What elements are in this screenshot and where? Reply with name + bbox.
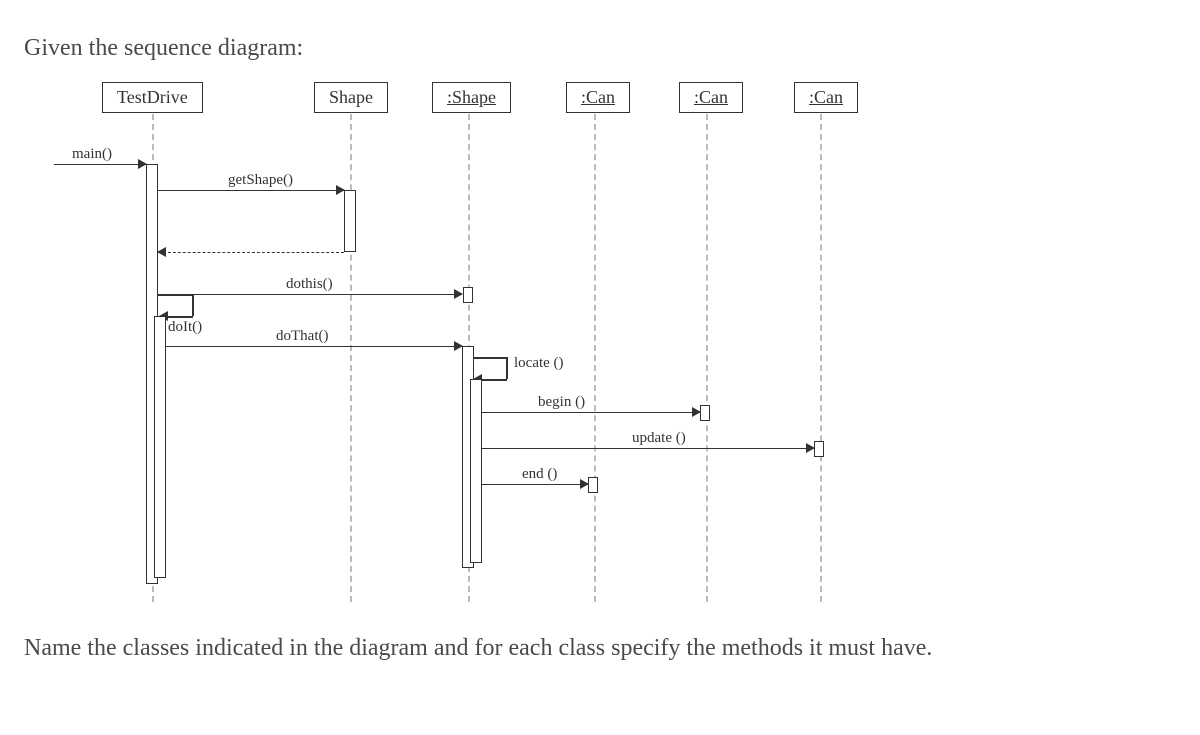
participant-can-1: :Can (566, 82, 630, 113)
lifeline-can-3 (820, 114, 822, 602)
activation-shape-locate (470, 379, 482, 563)
message-dothat: doThat() (166, 332, 462, 350)
intro-text: Given the sequence diagram: (24, 32, 1176, 64)
activation-testdrive-doit (154, 316, 166, 578)
activation-update (814, 441, 824, 457)
message-dothis: dothis() (166, 280, 462, 298)
message-end: end () (482, 470, 588, 488)
participant-shape-instance: :Shape (432, 82, 511, 113)
participant-testdrive: TestDrive (102, 82, 203, 113)
lifeline-shape-class (350, 114, 352, 602)
sequence-diagram: TestDrive Shape :Shape :Can :Can :Can ma… (54, 82, 924, 602)
message-getshape: getShape() (158, 176, 344, 194)
activation-begin (700, 405, 710, 421)
participant-can-3: :Can (794, 82, 858, 113)
lifeline-can-1 (594, 114, 596, 602)
return-getshape (158, 238, 344, 256)
message-begin: begin () (482, 398, 700, 416)
message-main: main() (54, 150, 146, 168)
activation-end (588, 477, 598, 493)
activation-shape-class (344, 190, 356, 252)
activation-dothis (463, 287, 473, 303)
lifeline-can-2 (706, 114, 708, 602)
participant-can-2: :Can (679, 82, 743, 113)
outro-text: Name the classes indicated in the diagra… (24, 632, 1176, 664)
message-update: update () (482, 434, 814, 452)
participant-shape-class: Shape (314, 82, 388, 113)
